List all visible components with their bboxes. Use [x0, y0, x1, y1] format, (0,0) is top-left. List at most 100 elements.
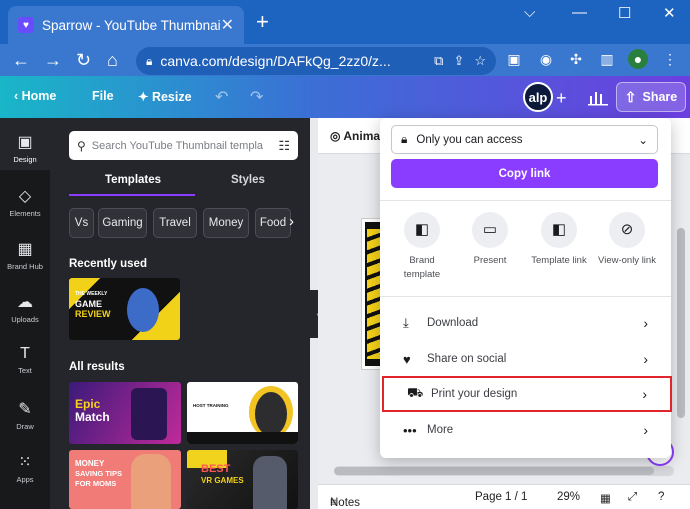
reload-icon[interactable]: ↻ — [76, 50, 91, 71]
resize-label: Resize — [151, 90, 192, 104]
minimize-button[interactable]: — — [572, 4, 587, 21]
tab-close-icon[interactable]: ✕ — [221, 15, 234, 35]
add-collaborator-icon[interactable]: + — [556, 88, 567, 109]
page-indicator[interactable]: Page 1 / 1 — [475, 491, 527, 503]
share-on-social-row[interactable]: ♥ Share on social › — [380, 341, 671, 377]
shapes-icon: ◇ — [18, 188, 32, 205]
new-tab-button[interactable]: + — [256, 11, 269, 33]
home-label: Home — [21, 89, 57, 103]
template-link-option[interactable]: ◧ Template link — [527, 212, 591, 268]
extension-icon[interactable]: ◉ — [536, 49, 556, 69]
redo-icon[interactable]: ↷ — [250, 87, 263, 107]
horizontal-scrollbar[interactable] — [334, 466, 674, 476]
rail-item-draw[interactable]: ✎ Draw — [0, 399, 50, 431]
layout-icon: ▣ — [17, 134, 33, 151]
rail-label: Brand Hub — [7, 262, 43, 271]
option-label: View-only link — [598, 255, 656, 266]
template-thumbnail-host[interactable]: HOST TRAINING — [187, 382, 298, 444]
sidebar-icon[interactable]: ▥ — [597, 49, 617, 69]
template-thumbnail-money-saving[interactable]: MONEY SAVING TIPS FOR MOMS — [69, 450, 181, 509]
pen-icon: ✎ — [18, 401, 32, 418]
fullscreen-icon[interactable]: ⤢ — [628, 491, 637, 504]
zoom-level[interactable]: 29% — [557, 491, 580, 503]
chip-food[interactable]: Food — [255, 208, 291, 238]
rail-label: Text — [18, 366, 32, 375]
template-search-input[interactable]: ⚲ Search YouTube Thumbnail templa ☷ — [69, 131, 298, 160]
share-page-icon[interactable]: ⇪ — [453, 53, 464, 69]
option-label: Template link — [531, 255, 587, 266]
truck-icon: ⛟ — [407, 385, 424, 400]
chevron-right-icon: › — [643, 315, 648, 331]
home-button[interactable]: ‹ Home — [14, 89, 56, 103]
chip-vs[interactable]: Vs — [69, 208, 94, 238]
thumb-text: BEST — [201, 463, 231, 475]
resize-button[interactable]: ✦ Resize — [138, 89, 192, 104]
template-thumbnail-vr-games[interactable]: BEST VR GAMES — [187, 450, 298, 509]
url-field[interactable]: 🔒︎ canva.com/design/DAFkQg_2zz0/z... ⧉ ⇪… — [136, 47, 496, 75]
more-row[interactable]: ••• More › — [380, 412, 671, 448]
active-tab-indicator — [69, 194, 195, 196]
rail-item-elements[interactable]: ◇ Elements — [0, 186, 50, 218]
thumb-text: HOST TRAINING — [193, 403, 229, 408]
address-bar: ← → ↻ ⌂ 🔒︎ canva.com/design/DAFkQg_2zz0/… — [0, 44, 690, 76]
download-row[interactable]: ⤓ Download › — [380, 305, 671, 341]
help-icon[interactable]: ? — [658, 491, 664, 503]
recent-template-thumbnail[interactable]: THE WEEKLY GAME REVIEW — [69, 278, 180, 340]
rail-item-apps[interactable]: ⁙ Apps — [0, 452, 50, 484]
rail-item-brand-hub[interactable]: ▦ Brand Hub — [0, 239, 50, 271]
more-icon: ••• — [403, 422, 417, 438]
browser-tab[interactable]: ♥ Sparrow - YouTube Thumbnail ✕ — [8, 6, 244, 44]
cloud-upload-icon: ☁ — [17, 294, 33, 311]
extension-icon[interactable]: ▣ — [504, 49, 524, 69]
view-only-link-option[interactable]: ⊘ View-only link — [595, 212, 659, 268]
menu-icon[interactable]: ⋮ — [660, 49, 680, 69]
chip-travel[interactable]: Travel — [153, 208, 197, 238]
profile-avatar[interactable]: ● — [628, 49, 648, 69]
tab-search-icon[interactable]: ⌵ — [524, 4, 535, 21]
lock-icon: 🔒︎ — [401, 132, 408, 146]
row-label: Print your design — [431, 388, 518, 400]
maximize-button[interactable]: ☐ — [618, 4, 631, 22]
present-option[interactable]: ▭ Present — [458, 212, 522, 268]
search-placeholder: Search YouTube Thumbnail templa — [91, 139, 264, 152]
share-button[interactable]: ⇧ Share — [616, 82, 686, 112]
rail-item-uploads[interactable]: ☁ Uploads — [0, 292, 50, 324]
close-window-button[interactable]: ✕ — [663, 4, 676, 22]
all-results-heading: All results — [69, 361, 125, 373]
home-icon[interactable]: ⌂ — [107, 50, 118, 71]
print-your-design-row[interactable]: ⛟ Print your design › — [382, 376, 672, 412]
grid-view-icon[interactable]: ▦ — [600, 491, 611, 505]
insights-icon[interactable] — [588, 88, 608, 106]
divider — [380, 296, 671, 297]
access-dropdown[interactable]: 🔒︎ Only you can access ⌄ — [391, 125, 658, 154]
vertical-scroll-thumb[interactable] — [677, 228, 685, 418]
rail-item-text[interactable]: T Text — [0, 345, 50, 375]
copy-link-button[interactable]: Copy link — [391, 159, 658, 188]
notes-label: Notes — [330, 497, 361, 509]
panel-tabs: Templates Styles — [69, 172, 298, 198]
template-thumbnail-epic-match[interactable]: Epic Match — [69, 382, 181, 444]
chip-gaming[interactable]: Gaming — [98, 208, 147, 238]
horizontal-scroll-thumb[interactable] — [334, 467, 654, 475]
link-icon: ⊘ — [609, 212, 645, 248]
rail-label: Uploads — [11, 315, 39, 324]
file-menu-button[interactable]: File — [92, 89, 114, 103]
rail-label: Draw — [16, 422, 34, 431]
forward-icon[interactable]: → — [44, 50, 62, 71]
back-icon[interactable]: ← — [12, 50, 30, 71]
filter-icon[interactable]: ☷ — [278, 138, 290, 154]
vertical-scrollbar[interactable] — [677, 158, 685, 438]
chevron-right-icon[interactable]: › — [289, 213, 294, 230]
undo-icon[interactable]: ↶ — [215, 87, 228, 107]
download-icon: ⤓ — [403, 315, 409, 330]
rail-item-design[interactable]: ▣ Design — [0, 118, 50, 170]
puzzle-icon[interactable]: ✣ — [566, 49, 586, 69]
tab-templates[interactable]: Templates — [105, 174, 161, 186]
install-icon[interactable]: ⧉ — [434, 53, 443, 69]
bookmark-star-icon[interactable]: ☆ — [474, 53, 486, 69]
brand-template-option[interactable]: ◧ Brand template — [390, 212, 454, 282]
collaborator-avatar[interactable]: alp — [523, 82, 553, 112]
editor-footer: ≡ Notes Page 1 / 1 29% ▦ ⤢ ? — [318, 484, 690, 509]
chip-money[interactable]: Money — [203, 208, 249, 238]
tab-styles[interactable]: Styles — [231, 174, 265, 186]
